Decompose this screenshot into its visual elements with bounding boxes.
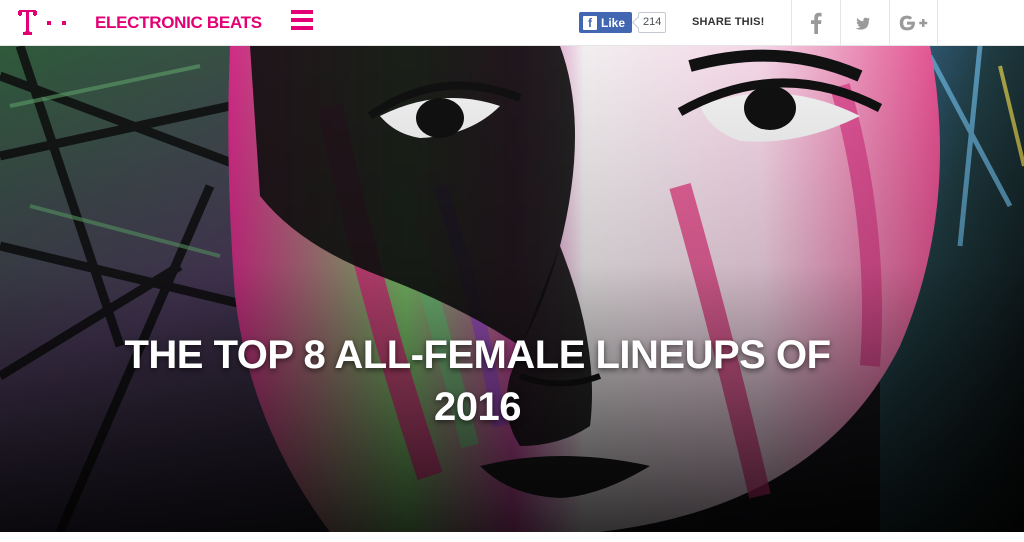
facebook-like-button[interactable]: f Like [579, 12, 633, 33]
hero-banner[interactable]: THE TOP 8 ALL-FEMALE LINEUPS OF 2016 [0, 46, 1024, 532]
facebook-like-widget: f Like 214 [579, 12, 667, 33]
twitter-icon [855, 17, 871, 30]
menu-bar [291, 26, 313, 30]
article-title[interactable]: THE TOP 8 ALL-FEMALE LINEUPS OF 2016 [120, 329, 835, 433]
share-label: SHARE THIS! [692, 16, 765, 28]
facebook-f-icon: f [583, 15, 597, 30]
share-twitter-button[interactable] [840, 0, 889, 46]
painted-face-artwork-image [0, 46, 1024, 532]
top-navigation-bar: ELECTRONIC BEATS f Like 214 SHARE THIS! [0, 0, 1024, 46]
share-facebook-button[interactable] [791, 0, 840, 46]
menu-bar [291, 18, 313, 22]
like-label: Like [601, 15, 626, 30]
telekom-t-logo-icon[interactable] [18, 9, 78, 35]
hamburger-menu-icon[interactable] [291, 10, 313, 32]
brand-name[interactable]: ELECTRONIC BEATS [95, 13, 262, 33]
like-count: 214 [638, 12, 667, 33]
share-google-plus-button[interactable] [889, 0, 938, 46]
facebook-icon [811, 12, 822, 34]
page-bottom-strip [0, 532, 1024, 542]
google-plus-icon [899, 15, 927, 31]
menu-bar [291, 10, 313, 14]
